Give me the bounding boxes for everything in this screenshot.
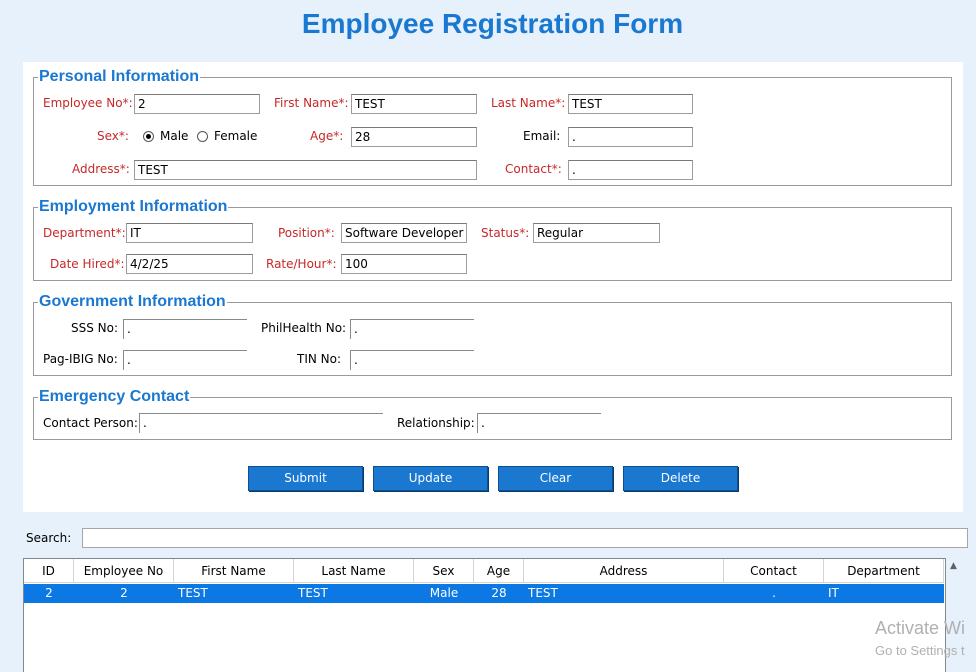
emergency-contact-legend: Emergency Contact bbox=[39, 388, 190, 405]
cell-sex[interactable]: Male bbox=[414, 584, 474, 603]
table-row[interactable]: 2 2 TEST TEST Male 28 TEST . IT bbox=[24, 584, 944, 603]
address-field[interactable]: TEST bbox=[134, 160, 477, 180]
relationship-field[interactable]: . bbox=[477, 413, 601, 433]
cell-department[interactable]: IT bbox=[824, 584, 944, 603]
activation-watermark-title: Activate Wi bbox=[875, 618, 966, 638]
contact-person-label: Contact Person: bbox=[43, 416, 138, 430]
cell-id[interactable]: 2 bbox=[24, 584, 74, 603]
contact-label: Contact*: bbox=[505, 162, 562, 176]
tin-label: TIN No: bbox=[297, 352, 342, 366]
column-header-department[interactable]: Department bbox=[824, 559, 944, 582]
cell-address[interactable]: TEST bbox=[524, 584, 724, 603]
column-header-last-name[interactable]: Last Name bbox=[294, 559, 414, 582]
rate-label: Rate/Hour*: bbox=[266, 257, 337, 271]
employee-no-label: Employee No*: bbox=[43, 96, 133, 110]
sss-field[interactable]: . bbox=[123, 319, 247, 339]
table-header: ID Employee No First Name Last Name Sex … bbox=[24, 559, 944, 583]
cell-last-name[interactable]: TEST bbox=[294, 584, 414, 603]
column-header-sex[interactable]: Sex bbox=[414, 559, 474, 582]
cell-employee-no[interactable]: 2 bbox=[74, 584, 174, 603]
employee-no-field[interactable]: 2 bbox=[134, 94, 260, 114]
column-header-employee-no[interactable]: Employee No bbox=[74, 559, 174, 582]
government-info-legend: Government Information bbox=[39, 293, 226, 310]
department-field[interactable]: IT bbox=[126, 223, 253, 243]
philhealth-label: PhilHealth No: bbox=[261, 321, 347, 335]
philhealth-field[interactable]: . bbox=[350, 319, 474, 339]
first-name-label: First Name*: bbox=[274, 96, 349, 110]
scroll-up-arrow-icon[interactable]: ▲ bbox=[950, 561, 957, 571]
submit-button[interactable]: Submit bbox=[248, 466, 363, 491]
search-input[interactable] bbox=[82, 528, 968, 548]
address-label: Address*: bbox=[72, 162, 130, 176]
cell-contact[interactable]: . bbox=[724, 584, 824, 603]
sex-label: Sex*: bbox=[97, 129, 129, 143]
column-header-age[interactable]: Age bbox=[474, 559, 524, 582]
pagibig-field[interactable]: . bbox=[123, 350, 247, 370]
column-header-contact[interactable]: Contact bbox=[724, 559, 824, 582]
female-radio-label: Female bbox=[214, 129, 258, 143]
search-label: Search: bbox=[26, 531, 72, 545]
column-header-id[interactable]: ID bbox=[24, 559, 74, 582]
update-button[interactable]: Update bbox=[373, 466, 488, 491]
date-hired-field[interactable]: 4/2/25 bbox=[126, 254, 253, 274]
position-label: Position*: bbox=[278, 226, 335, 240]
email-field[interactable]: . bbox=[568, 127, 693, 147]
pagibig-label: Pag-IBIG No: bbox=[43, 352, 118, 366]
last-name-field[interactable]: TEST bbox=[568, 94, 693, 114]
tin-field[interactable]: . bbox=[350, 350, 474, 370]
relationship-label: Relationship: bbox=[397, 416, 475, 430]
email-label: Email: bbox=[523, 129, 561, 143]
female-radio[interactable]: Female bbox=[197, 129, 257, 143]
status-field[interactable]: Regular bbox=[533, 223, 660, 243]
employee-table[interactable]: ID Employee No First Name Last Name Sex … bbox=[23, 558, 946, 672]
page-title: Employee Registration Form bbox=[301, 8, 684, 39]
sss-label: SSS No: bbox=[71, 321, 119, 335]
status-label: Status*: bbox=[481, 226, 530, 240]
employment-info-legend: Employment Information bbox=[39, 198, 228, 215]
last-name-label: Last Name*: bbox=[491, 96, 566, 110]
activation-watermark-subtitle: Go to Settings t bbox=[875, 643, 965, 658]
male-radio[interactable]: Male bbox=[143, 129, 188, 143]
cell-age[interactable]: 28 bbox=[474, 584, 524, 603]
first-name-field[interactable]: TEST bbox=[351, 94, 477, 114]
personal-info-legend: Personal Information bbox=[39, 68, 200, 85]
cell-first-name[interactable]: TEST bbox=[174, 584, 294, 603]
rate-field[interactable]: 100 bbox=[341, 254, 467, 274]
column-header-first-name[interactable]: First Name bbox=[174, 559, 294, 582]
delete-button[interactable]: Delete bbox=[623, 466, 738, 491]
department-label: Department*: bbox=[43, 226, 126, 240]
male-radio-dot[interactable] bbox=[143, 130, 154, 142]
position-field[interactable]: Software Developer bbox=[341, 223, 467, 243]
clear-button[interactable]: Clear bbox=[498, 466, 613, 491]
contact-field[interactable]: . bbox=[568, 160, 693, 180]
female-radio-dot[interactable] bbox=[197, 130, 208, 142]
age-field[interactable]: 28 bbox=[351, 127, 477, 147]
age-label: Age*: bbox=[310, 129, 344, 143]
male-radio-label: Male bbox=[160, 129, 189, 143]
date-hired-label: Date Hired*: bbox=[50, 257, 125, 271]
contact-person-field[interactable]: . bbox=[139, 413, 383, 433]
column-header-address[interactable]: Address bbox=[524, 559, 724, 582]
